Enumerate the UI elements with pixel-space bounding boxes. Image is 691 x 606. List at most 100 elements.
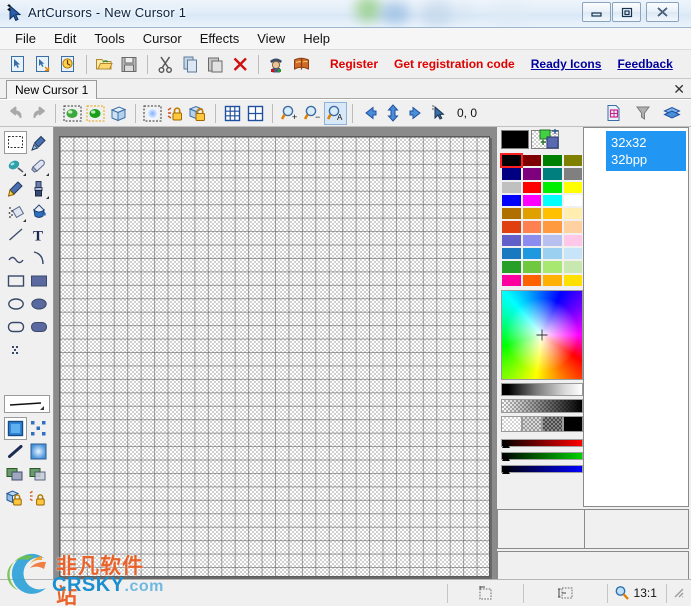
color-swatch[interactable] [521,273,542,287]
color-swatch[interactable] [521,207,542,221]
delete-image-format-button[interactable] [631,102,654,125]
line-width-selector[interactable] [4,395,50,413]
register-link[interactable]: Register [330,57,378,71]
preview-medium[interactable] [584,509,689,549]
stroke-style-option[interactable] [4,440,27,463]
color-swatch[interactable] [501,247,522,261]
open-button[interactable] [92,52,116,76]
color-swatch[interactable] [501,273,522,287]
transparent-draw-option[interactable] [27,463,50,486]
library-button[interactable] [289,52,313,76]
color-swatch[interactable] [542,180,563,194]
drawing-canvas[interactable] [59,136,490,577]
zoom-out-button[interactable]: − [301,102,324,125]
color-swatch[interactable] [542,233,563,248]
scatter-option[interactable] [27,417,50,440]
zoom-actual-button[interactable]: A [324,101,347,125]
color-swatch[interactable] [501,207,522,221]
color-swatch[interactable] [562,247,583,261]
tool-dropdown-indicator[interactable] [46,196,49,199]
resize-grip[interactable] [667,584,691,603]
menu-edit[interactable]: Edit [45,29,85,48]
tool-dropdown-indicator[interactable] [23,219,26,222]
line-tool[interactable] [4,223,27,246]
arc-tool[interactable] [27,246,50,269]
color-swatch[interactable] [562,233,583,248]
color-swatch[interactable] [521,167,542,181]
blur-button[interactable] [141,102,164,125]
color-swatch[interactable] [542,260,563,274]
foreground-color-swatch[interactable] [501,130,529,149]
blue-slider-thumb[interactable] [502,468,510,474]
color-swatch[interactable] [562,180,583,194]
ellipse-tool[interactable] [4,292,27,315]
image-format-list[interactable]: 32x32 32bpp [583,127,689,507]
menu-file[interactable]: File [6,29,45,48]
red-slider[interactable] [501,439,583,448]
filled-ellipse-tool[interactable] [27,292,50,315]
color-picker-tool[interactable] [27,131,50,154]
arrow-right-button[interactable] [404,102,427,125]
swap-colors-icon[interactable] [539,129,561,150]
paint-bucket-tool[interactable] [27,200,50,223]
color-swatch[interactable] [562,260,583,274]
zoom-in-button[interactable]: + [278,102,301,125]
color-swatch[interactable] [521,193,542,208]
arrow-left-button[interactable] [358,102,381,125]
get-registration-code-link[interactable]: Get registration code [394,57,515,71]
gradient-option[interactable] [27,440,50,463]
feedback-link[interactable]: Feedback [617,57,672,71]
color-swatch[interactable] [562,167,583,181]
alpha-swatch[interactable] [521,416,542,432]
new-image-format-button[interactable] [602,102,625,125]
arrow-updown-button[interactable] [381,102,404,125]
copy-button[interactable] [178,52,202,76]
color-wheel[interactable] [501,290,583,380]
color-swatch[interactable] [521,233,542,248]
menu-help[interactable]: Help [294,29,339,48]
green-slider[interactable] [501,452,583,461]
color-swatch[interactable] [562,207,583,221]
select-image-button[interactable] [61,102,84,125]
rounded-rectangle-tool[interactable] [4,315,27,338]
color-swatch[interactable] [521,180,542,194]
color-swatch[interactable] [542,193,563,208]
pencil-tool[interactable] [4,177,27,200]
color-swatch[interactable] [521,247,542,261]
airbrush-tool[interactable] [4,154,27,177]
text-tool[interactable]: T [27,223,50,246]
cut-button[interactable] [153,52,177,76]
color-swatch[interactable] [501,193,522,208]
new-cursor-button[interactable] [6,52,30,76]
alpha-swatch[interactable] [562,416,583,432]
tab-new-cursor-1[interactable]: New Cursor 1 [6,80,98,99]
grid-fine-button[interactable] [221,102,244,125]
color-swatch[interactable] [521,154,542,168]
color-swatch[interactable] [521,220,542,234]
lock-button[interactable] [187,102,210,125]
redo-button[interactable] [27,102,50,125]
color-swatch[interactable] [501,220,522,234]
minimize-button[interactable] [582,2,611,22]
alpha-swatch[interactable] [501,416,522,432]
color-swatch[interactable] [542,220,563,234]
color-swatch[interactable] [501,260,522,274]
lock-color-option[interactable] [27,486,50,509]
lock-shape-option[interactable] [4,486,27,509]
menu-view[interactable]: View [248,29,294,48]
red-slider-thumb[interactable] [502,442,510,448]
color-swatch[interactable] [500,152,523,169]
color-swatch[interactable] [542,207,563,221]
color-swatch[interactable] [562,220,583,234]
color-swatch[interactable] [562,273,583,287]
wizard-button[interactable] [264,52,288,76]
color-swatch[interactable] [542,273,563,287]
new-cursor-from-file-button[interactable] [31,52,55,76]
tab-close-button[interactable]: ✕ [673,81,685,98]
color-swatch[interactable] [542,167,563,181]
alpha-ramp[interactable] [501,399,583,413]
hotspot-button[interactable] [427,102,450,125]
color-swatch-grid[interactable] [500,152,583,287]
menu-tools[interactable]: Tools [85,29,133,48]
color-swatch[interactable] [521,260,542,274]
